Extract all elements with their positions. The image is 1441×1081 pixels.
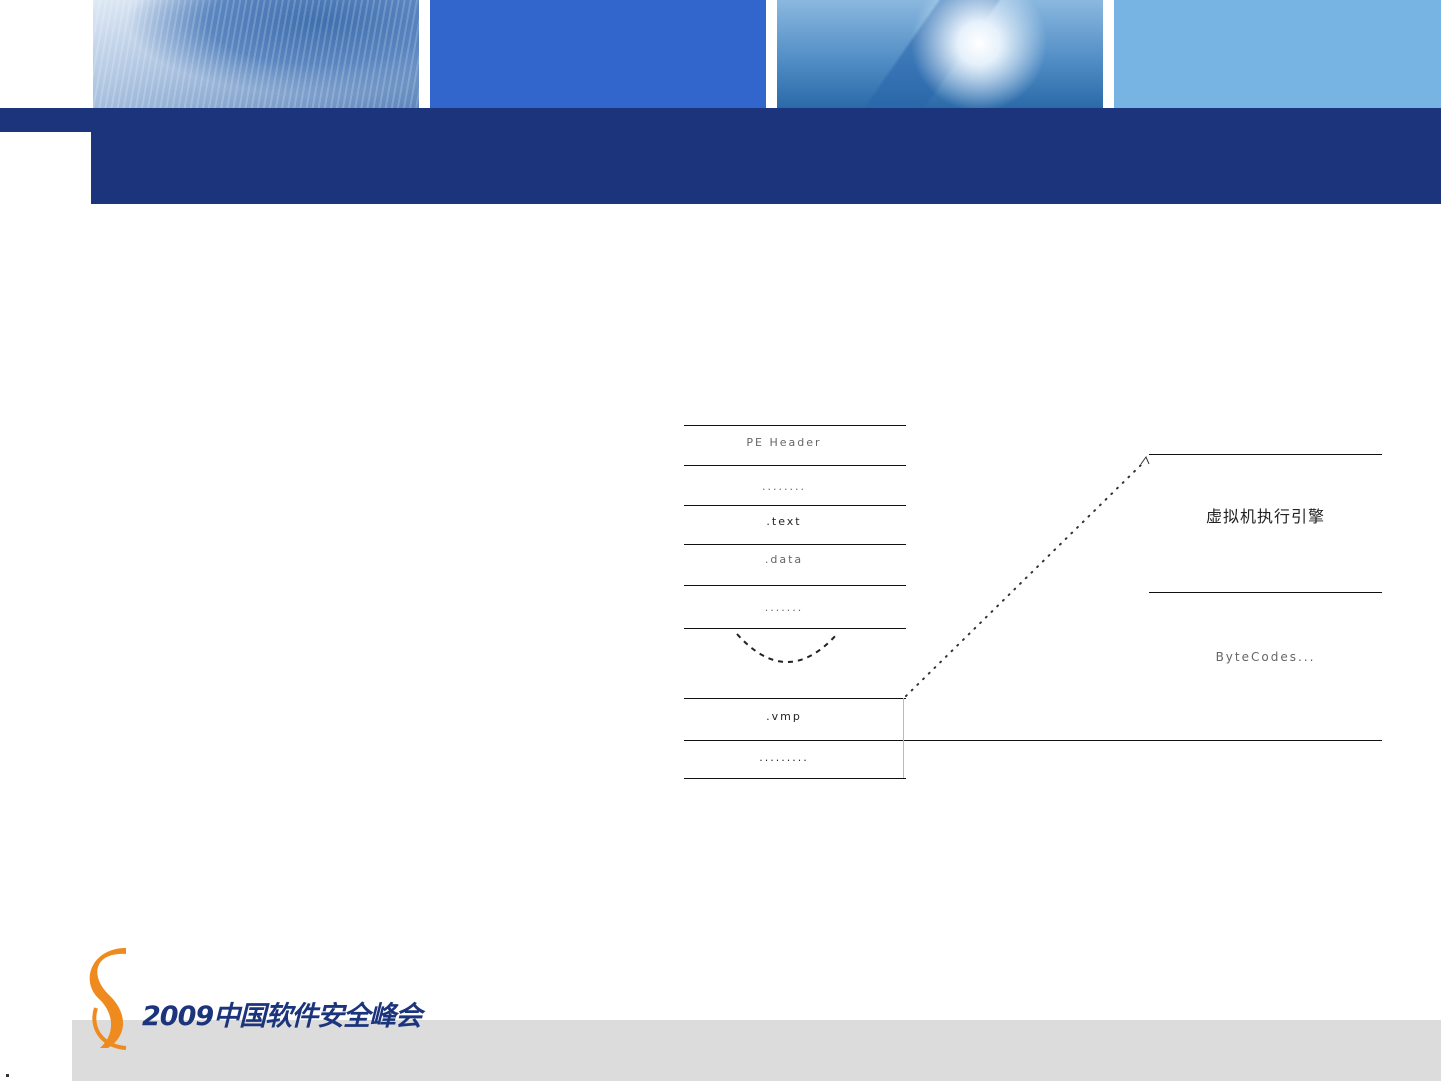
section-break-arc [736,633,838,663]
vm-engine-label: 虚拟机执行引擎 [1205,507,1325,526]
vm-divider [1149,592,1382,593]
logo-s-curve [89,948,126,1048]
bytecodes-label: ByteCodes... [1215,650,1316,664]
conference-logo [89,948,127,1050]
corner-mark [6,1074,9,1077]
diagram-connectors [736,455,1150,697]
mapping-dotted-line [905,460,1146,697]
mapping-arrowhead [1140,455,1150,465]
vm-divider [1149,454,1382,455]
conference-title: 2009中国软件安全峰会 [142,1001,422,1032]
